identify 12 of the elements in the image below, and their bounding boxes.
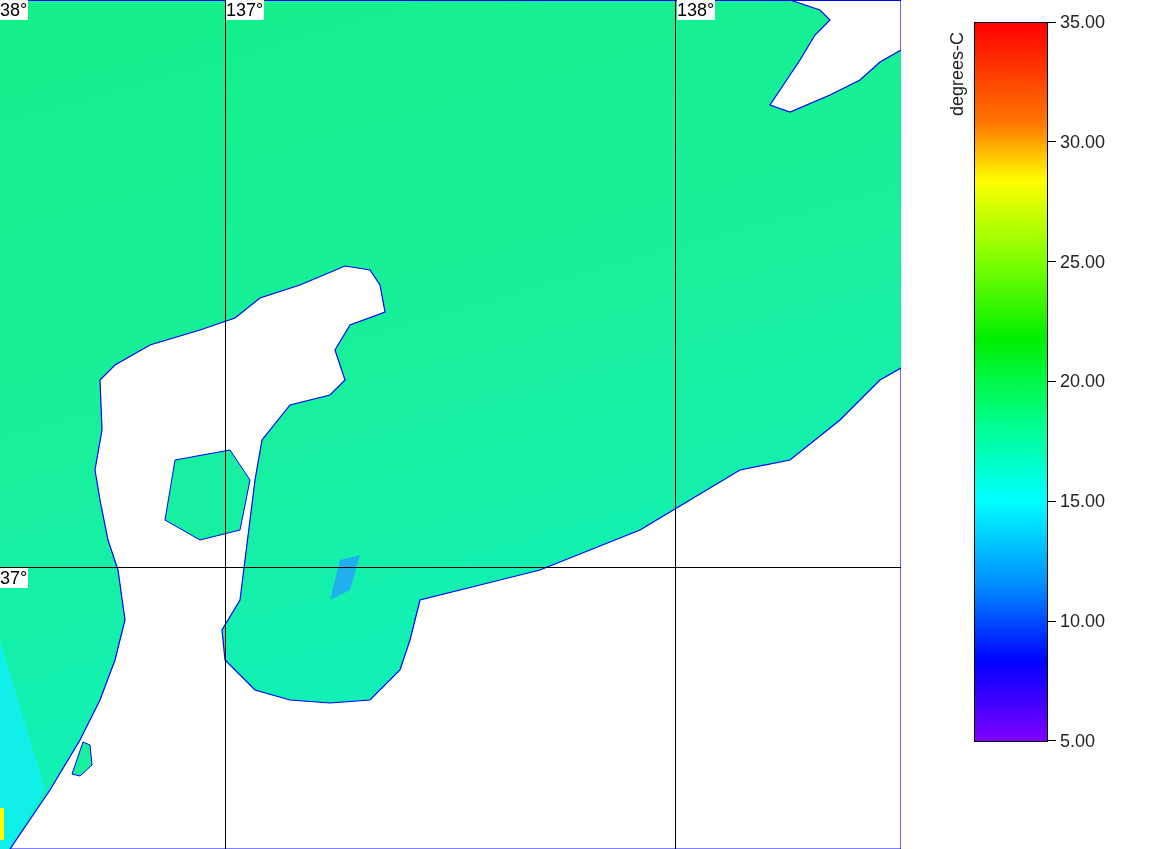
scale-tick-label: 25.00	[1060, 251, 1106, 272]
latitude-label: 38°	[0, 0, 29, 20]
longitude-label: 137°	[226, 0, 265, 20]
legend-title: degrees-C	[948, 30, 966, 116]
scale-tick-label: 20.00	[1060, 371, 1106, 392]
scale-tick-label: 10.00	[1060, 611, 1106, 632]
scale-tick-label: 5.00	[1060, 730, 1096, 751]
scale-tick-label: 15.00	[1060, 491, 1106, 512]
scale-tick-label: 35.00	[1060, 12, 1106, 32]
longitude-label: 138°	[677, 0, 716, 20]
latitude-label: 37°	[0, 568, 29, 588]
scale-tick-label: 30.00	[1060, 131, 1106, 152]
